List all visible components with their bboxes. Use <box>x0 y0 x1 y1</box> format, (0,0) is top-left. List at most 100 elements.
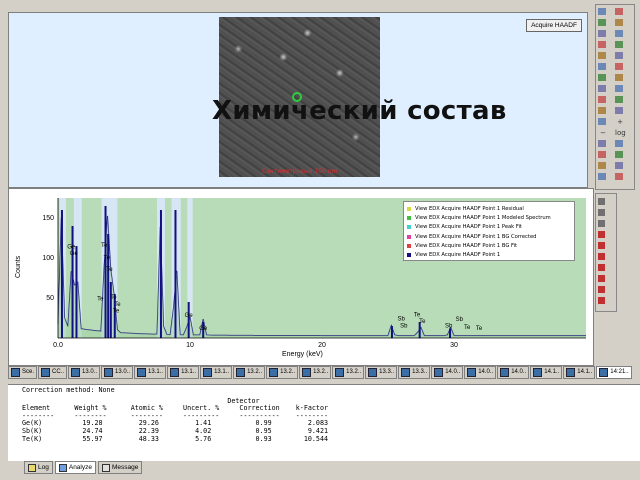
image-icon[interactable] <box>598 118 606 125</box>
select-icon[interactable] <box>598 8 606 15</box>
peak-label: Ge <box>67 244 76 250</box>
legend-label: View EDX Acquire HAADF Point 1 <box>415 252 501 259</box>
quant-results: Correction method: None Detector Element… <box>22 386 622 459</box>
text-icon[interactable] <box>598 297 605 304</box>
legend-item: View EDX Acquire HAADF Point 1 BG Correc… <box>407 232 571 241</box>
spectrum-tab[interactable]: 14.1.. <box>530 366 563 379</box>
peak-label: Te <box>114 302 121 308</box>
mask-icon[interactable] <box>615 140 623 147</box>
spectrum-tab[interactable]: 13.2.. <box>299 366 332 379</box>
magnify-icon[interactable] <box>598 220 605 227</box>
spectrum-tab[interactable]: 13.2.. <box>266 366 299 379</box>
grid-icon[interactable] <box>598 74 606 81</box>
spectrum-tab[interactable]: 13.3.. <box>398 366 431 379</box>
plus-icon[interactable]: + <box>615 118 625 127</box>
spectrum-tab[interactable]: 13.0.. <box>101 366 134 379</box>
frame-icon[interactable] <box>598 107 606 114</box>
document-icon <box>269 368 279 377</box>
legend-swatch <box>407 225 411 230</box>
lasso-icon[interactable] <box>598 209 605 216</box>
line-icon[interactable] <box>598 264 605 271</box>
legend-label: View EDX Acquire HAADF Point 1 Residual <box>415 205 524 212</box>
profile-icon[interactable] <box>615 107 623 114</box>
tab-message-label: Message <box>111 464 139 471</box>
settings-icon[interactable] <box>598 162 606 169</box>
peak-label: Te <box>113 308 120 314</box>
spectrum-tab[interactable]: 14.0.. <box>497 366 530 379</box>
tab-label: 14.1.. <box>577 369 593 375</box>
tab-analyze-label: Analyze <box>68 464 92 471</box>
chart-icon[interactable] <box>615 173 623 180</box>
copy-icon[interactable] <box>615 19 623 26</box>
crosshair-icon[interactable] <box>598 242 605 249</box>
document-icon <box>170 368 180 377</box>
spectrum-tab[interactable]: CC.. <box>38 366 68 379</box>
bottom-tabs: Log Analyze Message <box>24 461 144 474</box>
layer-icon[interactable] <box>598 151 606 158</box>
contrast-icon[interactable] <box>615 74 623 81</box>
spectrum-tab[interactable]: 13.1.. <box>167 366 200 379</box>
rotate-icon[interactable] <box>598 41 606 48</box>
fft-icon[interactable] <box>598 140 606 147</box>
document-icon <box>599 368 609 377</box>
tab-analyze[interactable]: Analyze <box>54 461 96 474</box>
marker-icon[interactable] <box>598 253 605 260</box>
tab-label: 13.3.. <box>412 369 428 375</box>
measure-icon[interactable] <box>615 63 623 70</box>
target-icon[interactable] <box>598 231 605 238</box>
correction-method: Correction method: None <box>22 386 115 394</box>
spectrum-tab[interactable]: 14.0.. <box>431 366 464 379</box>
x-tick-label: 30 <box>450 342 458 349</box>
x-tick-label: 20 <box>318 342 326 349</box>
document-icon <box>467 368 477 377</box>
result-row-te: Te(K) 55.97 48.33 5.76 0.93 10.544 <box>22 434 328 443</box>
spectrum-tab[interactable]: 14.0.. <box>464 366 497 379</box>
acquire-haadf-button[interactable]: Acquire HAADF <box>526 19 582 32</box>
spectrum-tab[interactable]: 13.1.. <box>200 366 233 379</box>
spectrum-tab[interactable]: 13.2.. <box>332 366 365 379</box>
legend-item: View EDX Acquire HAADF Point 1 <box>407 250 571 259</box>
print-icon[interactable] <box>615 85 623 92</box>
peak-label: Sb <box>398 316 406 322</box>
rect-icon[interactable] <box>598 275 605 282</box>
filter-icon[interactable] <box>615 96 623 103</box>
line-icon[interactable] <box>615 41 623 48</box>
tab-log-label: Log <box>38 464 49 471</box>
tab-message[interactable]: Message <box>97 461 143 474</box>
info-icon[interactable] <box>598 173 606 180</box>
tab-log[interactable]: Log <box>24 461 53 474</box>
hand-icon[interactable] <box>615 30 623 37</box>
analyze-icon <box>58 463 67 472</box>
legend-swatch <box>407 243 411 248</box>
y-tick-label: 150 <box>42 215 54 222</box>
spectrum-tab[interactable]: 13.0.. <box>68 366 101 379</box>
ellipse-icon[interactable] <box>598 286 605 293</box>
peak-label: Te <box>476 326 483 332</box>
legend-swatch <box>407 206 411 211</box>
circle-icon[interactable] <box>615 52 623 59</box>
rect-icon[interactable] <box>598 52 606 59</box>
pointer-icon[interactable] <box>598 198 605 205</box>
save-icon[interactable] <box>598 96 606 103</box>
document-icon <box>500 368 510 377</box>
document-icon <box>368 368 378 377</box>
peak-label: Ge <box>185 313 194 319</box>
color-icon[interactable] <box>615 151 623 158</box>
eye-icon[interactable] <box>615 8 623 15</box>
tab-label: 13.2.. <box>247 369 263 375</box>
peak-label: Ge <box>199 326 208 332</box>
histogram-icon[interactable] <box>598 85 606 92</box>
spectrum-tab[interactable]: 14:21.. <box>596 366 632 379</box>
minus-icon[interactable]: − <box>598 129 608 138</box>
tab-label: 14.0.. <box>445 369 461 375</box>
fit-icon[interactable] <box>598 19 606 26</box>
spectrum-tab[interactable]: 14.1.. <box>563 366 596 379</box>
spectrum-tab[interactable]: 13.2.. <box>233 366 266 379</box>
zoom-icon[interactable] <box>598 30 606 37</box>
spectrum-tab[interactable]: 13.3.. <box>365 366 398 379</box>
spectrum-tab[interactable]: Sce. <box>8 366 38 379</box>
spectrum-tab[interactable]: 13.1.. <box>134 366 167 379</box>
log-icon[interactable]: log <box>615 129 626 138</box>
export-icon[interactable] <box>615 162 623 169</box>
text-icon[interactable] <box>598 63 606 70</box>
